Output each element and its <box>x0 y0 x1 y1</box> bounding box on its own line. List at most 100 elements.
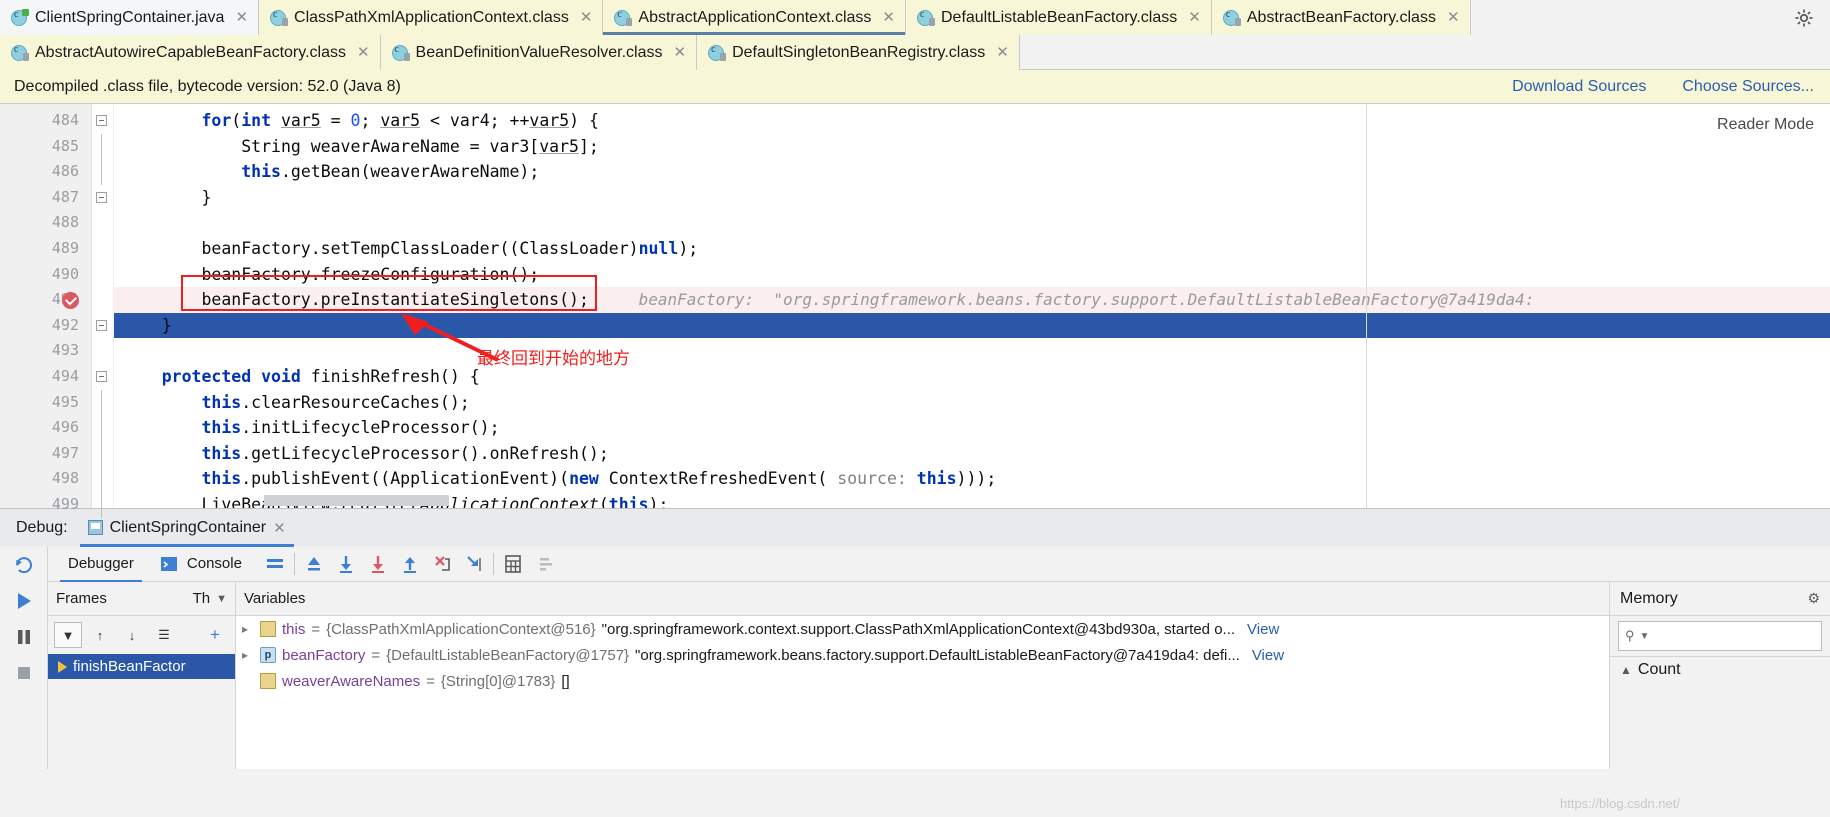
reader-mode-label[interactable]: Reader Mode <box>1717 116 1814 134</box>
choose-sources-link[interactable]: Choose Sources... <box>1682 78 1814 96</box>
variable-row-this[interactable]: ▸ this = {ClassPathXmlApplicationContext… <box>236 616 1609 642</box>
close-icon[interactable]: ✕ <box>1447 10 1460 25</box>
filter-frames-button[interactable]: ☰ <box>150 622 178 648</box>
tab-row-filler <box>1019 35 1830 70</box>
stop-program-icon[interactable] <box>13 662 35 684</box>
close-icon[interactable]: ✕ <box>996 45 1009 60</box>
tab-client-spring-container-java[interactable]: ClientSpringContainer.java ✕ <box>0 0 260 35</box>
decompiled-notice-bar: Decompiled .class file, bytecode version… <box>0 70 1830 104</box>
chevron-down-icon[interactable]: ▼ <box>1640 631 1650 642</box>
debugger-toolbar: Debugger Console <box>48 546 1830 582</box>
tab-abstractbeanfactory-class[interactable]: AbstractBeanFactory.class ✕ <box>1211 0 1471 35</box>
code-line-484: for(int var5 = 0; var5 < var4; ++var5) { <box>201 111 599 130</box>
variable-equals: = <box>426 672 435 690</box>
close-icon[interactable]: ✕ <box>235 10 248 25</box>
watermark-text: https://blog.csdn.net/ <box>1560 796 1680 811</box>
evaluate-expression-icon[interactable] <box>502 553 524 575</box>
debug-main-area: Debugger Console Frames Th ▼ ▼ ↑ ↓ ☰ + f… <box>48 546 1830 769</box>
chevron-right-icon[interactable]: ▸ <box>242 648 254 662</box>
variable-row-weaverawarenames[interactable]: weaverAwareNames = {String[0]@1783} [] <box>236 668 1609 694</box>
close-icon[interactable]: ✕ <box>357 45 370 60</box>
debug-tool-window: Debugger Console Frames Th ▼ ▼ ↑ ↓ ☰ + f… <box>0 546 1830 769</box>
step-into-icon[interactable] <box>367 553 389 575</box>
show-execution-point-icon[interactable] <box>303 553 325 575</box>
step-over-icon[interactable] <box>335 553 357 575</box>
run-config-icon <box>87 520 103 535</box>
chevron-down-icon[interactable]: ▼ <box>216 593 227 605</box>
decompiled-notice-text: Decompiled .class file, bytecode version… <box>14 77 401 95</box>
tab-abstractautowirecapablebeanfactory-class[interactable]: AbstractAutowireCapableBeanFactory.class… <box>0 35 381 70</box>
code-line-498: this.publishEvent((ApplicationEvent)(new… <box>201 469 997 489</box>
tab-debugger[interactable]: Debugger <box>56 546 146 582</box>
view-link[interactable]: View <box>1247 621 1279 638</box>
close-icon[interactable]: ✕ <box>882 10 895 25</box>
tab-beandefinitionvalueresolver-class[interactable]: BeanDefinitionValueResolver.class ✕ <box>380 35 698 70</box>
chevron-right-icon[interactable]: ▸ <box>242 622 254 636</box>
fold-marker-icon[interactable] <box>96 370 107 382</box>
breakpoint-icon[interactable] <box>62 292 79 309</box>
memory-search-input[interactable]: ⚲ ▼ <box>1618 621 1822 651</box>
debug-session-tab[interactable]: ClientSpringContainer ✕ <box>79 509 294 547</box>
thread-dropdown-button[interactable]: ▼ <box>54 622 82 648</box>
pause-program-icon[interactable] <box>13 626 35 648</box>
line-number-gutter[interactable]: 484 485 486 487 488 489 490 491 492 493 … <box>0 104 92 513</box>
threads-title: Th <box>192 590 211 607</box>
array-icon <box>260 673 276 689</box>
frames-down-button[interactable]: ↓ <box>118 622 146 648</box>
param-field-icon: p <box>260 647 276 663</box>
tab-label: AbstractApplicationContext.class <box>638 8 872 26</box>
variables-header: Variables <box>236 582 1609 616</box>
variable-type: {String[0]@1783} <box>440 672 556 690</box>
editor-horizontal-scrollbar[interactable] <box>264 495 449 506</box>
memory-settings-icon[interactable]: ⚙ <box>1807 590 1820 607</box>
layout-settings-icon[interactable] <box>264 553 286 575</box>
close-icon[interactable]: ✕ <box>580 10 593 25</box>
frame-list-item-selected[interactable]: finishBeanFactor <box>48 654 235 679</box>
close-icon[interactable]: ✕ <box>273 519 286 537</box>
code-line-490: beanFactory.freezeConfiguration(); <box>122 264 540 284</box>
tab-console-label: Console <box>186 555 242 572</box>
variables-title: Variables <box>244 590 306 607</box>
variable-name: weaverAwareNames <box>282 672 421 690</box>
code-folding-gutter[interactable] <box>92 104 114 518</box>
variable-name: this <box>282 620 306 638</box>
gear-icon[interactable] <box>1794 8 1814 28</box>
sort-icon[interactable]: ▲ <box>1620 663 1632 677</box>
code-content[interactable]: Reader Mode for(int var5 = 0; var5 < var… <box>114 104 1830 508</box>
memory-count-row: ▲ Count <box>1610 656 1830 683</box>
step-out-icon[interactable] <box>399 553 421 575</box>
add-frame-button[interactable]: + <box>201 622 229 648</box>
fold-marker-icon[interactable] <box>96 191 107 203</box>
resume-program-icon[interactable] <box>13 590 35 612</box>
fold-marker-icon[interactable] <box>96 115 107 126</box>
rerun-icon[interactable] <box>13 554 35 576</box>
memory-title: Memory <box>1620 589 1678 607</box>
force-step-into-icon[interactable] <box>431 553 453 575</box>
variable-type: {DefaultListableBeanFactory@1757} <box>386 646 630 664</box>
frames-controls: ▼ ↑ ↓ ☰ + <box>48 616 235 654</box>
line-number: 486 <box>51 162 79 181</box>
tab-console[interactable]: Console <box>146 546 254 582</box>
line-number: 487 <box>51 187 79 206</box>
variable-value: "org.springframework.context.support.Cla… <box>601 620 1236 638</box>
view-link[interactable]: View <box>1252 647 1284 664</box>
frames-up-button[interactable]: ↑ <box>86 622 114 648</box>
tab-abstractapplicationcontext-class[interactable]: AbstractApplicationContext.class ✕ <box>603 0 906 35</box>
close-icon[interactable]: ✕ <box>1188 10 1201 25</box>
code-line-496: this.initLifecycleProcessor(); <box>201 418 500 438</box>
frames-panel: Frames Th ▼ ▼ ↑ ↓ ☰ + finishBeanFactor <box>48 582 236 769</box>
sort-values-icon[interactable] <box>536 553 558 575</box>
code-editor[interactable]: 484 485 486 487 488 489 490 491 492 493 … <box>0 104 1830 518</box>
variable-row-beanfactory[interactable]: ▸ p beanFactory = {DefaultListableBeanFa… <box>236 642 1609 668</box>
tab-classpathxmlapplicationcontext-class[interactable]: ClassPathXmlApplicationContext.class ✕ <box>259 0 604 35</box>
close-icon[interactable]: ✕ <box>674 45 687 60</box>
tab-defaultlistablebeanfactory-class[interactable]: DefaultListableBeanFactory.class ✕ <box>905 0 1212 35</box>
code-line-486: this.getBean(weaverAwareName); <box>241 162 540 182</box>
tab-defaultsingletonbeanregistry-class[interactable]: DefaultSingletonBeanRegistry.class ✕ <box>697 35 1020 70</box>
download-sources-link[interactable]: Download Sources <box>1512 78 1646 96</box>
line-number: 485 <box>51 136 79 155</box>
line-number: 492 <box>51 315 79 334</box>
variable-value: [] <box>561 672 570 690</box>
run-to-cursor-icon[interactable] <box>463 553 485 575</box>
fold-marker-icon[interactable] <box>96 319 107 331</box>
